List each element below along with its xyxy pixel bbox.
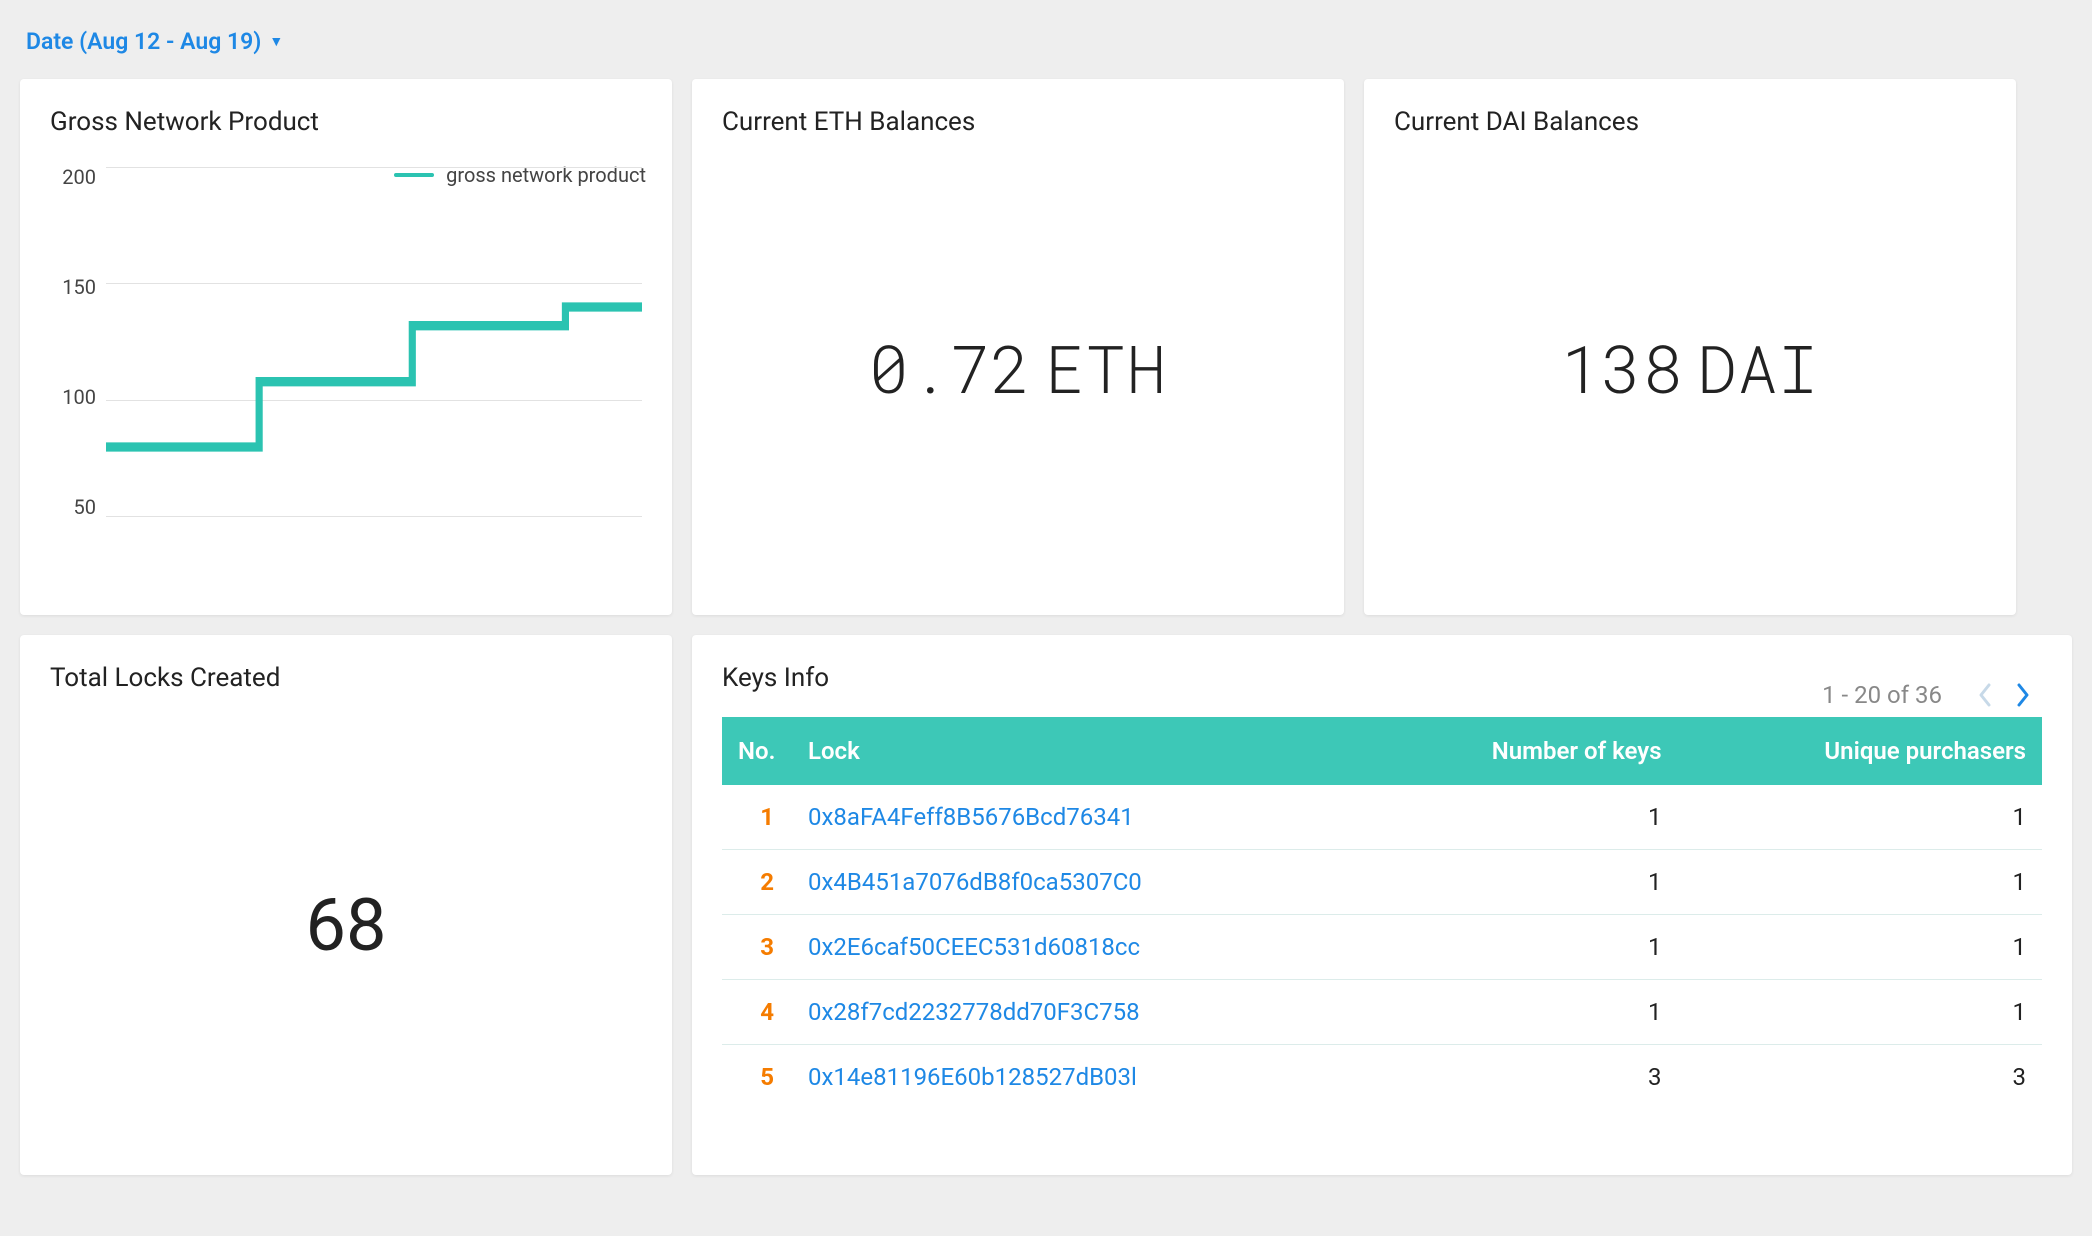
- row-nkeys: 1: [1363, 785, 1678, 850]
- row-uniq: 3: [1678, 1045, 2042, 1110]
- date-range-label: Date (Aug 12 - Aug 19): [26, 28, 261, 55]
- unit: DAI: [1697, 324, 1819, 411]
- ytick: 200: [50, 167, 96, 187]
- pagination-next-button[interactable]: [2004, 683, 2042, 707]
- col-uniq[interactable]: Unique purchasers: [1678, 717, 2042, 785]
- pagination-range: 1 - 20 of 36: [1822, 681, 1942, 709]
- row-nkeys: 1: [1363, 850, 1678, 915]
- chart-plot: [106, 167, 642, 517]
- table-row: 20x4B451a7076dB8f0ca5307C011: [722, 850, 2042, 915]
- table-row: 10x8aFA4Feff8B5676Bcd7634111: [722, 785, 2042, 850]
- chevron-down-icon: ▼: [269, 33, 283, 50]
- row-uniq: 1: [1678, 915, 2042, 980]
- row-uniq: 1: [1678, 980, 2042, 1045]
- chevron-right-icon: [2016, 683, 2030, 707]
- eth-balance-value: 0.72ETH: [869, 324, 1167, 411]
- pagination: 1 - 20 of 36: [1822, 681, 2042, 709]
- card-title: Gross Network Product: [50, 107, 642, 137]
- chart-svg: [106, 167, 642, 517]
- card-eth-balance: Current ETH Balances 0.72ETH: [692, 79, 1344, 615]
- table-row: 50x14e81196E60b128527dB03l33: [722, 1045, 2042, 1110]
- ytick: 150: [50, 277, 96, 297]
- col-lock[interactable]: Lock: [792, 717, 1363, 785]
- row-no: 3: [722, 915, 792, 980]
- card-title: Current DAI Balances: [1394, 107, 1986, 137]
- card-total-locks: Total Locks Created 68: [20, 635, 672, 1175]
- y-axis-labels: 200 150 100 50: [50, 167, 106, 517]
- total-locks-value: 68: [306, 883, 387, 968]
- row-no: 5: [722, 1045, 792, 1110]
- row-lock-link[interactable]: 0x28f7cd2232778dd70F3C758: [792, 980, 1363, 1045]
- row-lock-link[interactable]: 0x2E6caf50CEEC531d60818cc: [792, 915, 1363, 980]
- row-nkeys: 1: [1363, 980, 1678, 1045]
- col-no[interactable]: No.: [722, 717, 792, 785]
- date-range-selector[interactable]: Date (Aug 12 - Aug 19) ▼: [20, 20, 289, 79]
- amount: 0.72: [869, 324, 1031, 411]
- chevron-left-icon: [1978, 683, 1992, 707]
- row-lock-link[interactable]: 0x4B451a7076dB8f0ca5307C0: [792, 850, 1363, 915]
- chart-area: 200 150 100 50: [50, 167, 642, 517]
- ytick: 50: [50, 497, 96, 517]
- card-gross-network-product: Gross Network Product gross network prod…: [20, 79, 672, 615]
- row-no: 2: [722, 850, 792, 915]
- card-title: Total Locks Created: [50, 663, 642, 693]
- table-header-row: No. Lock Number of keys Unique purchaser…: [722, 717, 2042, 785]
- ytick: 100: [50, 387, 96, 407]
- row-uniq: 1: [1678, 850, 2042, 915]
- pagination-prev-button[interactable]: [1966, 683, 2004, 707]
- keys-table: No. Lock Number of keys Unique purchaser…: [722, 717, 2042, 1109]
- row-lock-link[interactable]: 0x14e81196E60b128527dB03l: [792, 1045, 1363, 1110]
- amount: 138: [1561, 324, 1683, 411]
- row-lock-link[interactable]: 0x8aFA4Feff8B5676Bcd76341: [792, 785, 1363, 850]
- card-dai-balance: Current DAI Balances 138DAI: [1364, 79, 2016, 615]
- row-nkeys: 1: [1363, 915, 1678, 980]
- unit: ETH: [1045, 324, 1167, 411]
- row-uniq: 1: [1678, 785, 2042, 850]
- table-row: 40x28f7cd2232778dd70F3C75811: [722, 980, 2042, 1045]
- dai-balance-value: 138DAI: [1561, 324, 1819, 411]
- row-no: 4: [722, 980, 792, 1045]
- card-keys-info: Keys Info 1 - 20 of 36 No. Lock Number o…: [692, 635, 2072, 1175]
- col-nkeys[interactable]: Number of keys: [1363, 717, 1678, 785]
- table-row: 30x2E6caf50CEEC531d60818cc11: [722, 915, 2042, 980]
- card-title: Current ETH Balances: [722, 107, 1314, 137]
- row-nkeys: 3: [1363, 1045, 1678, 1110]
- row-no: 1: [722, 785, 792, 850]
